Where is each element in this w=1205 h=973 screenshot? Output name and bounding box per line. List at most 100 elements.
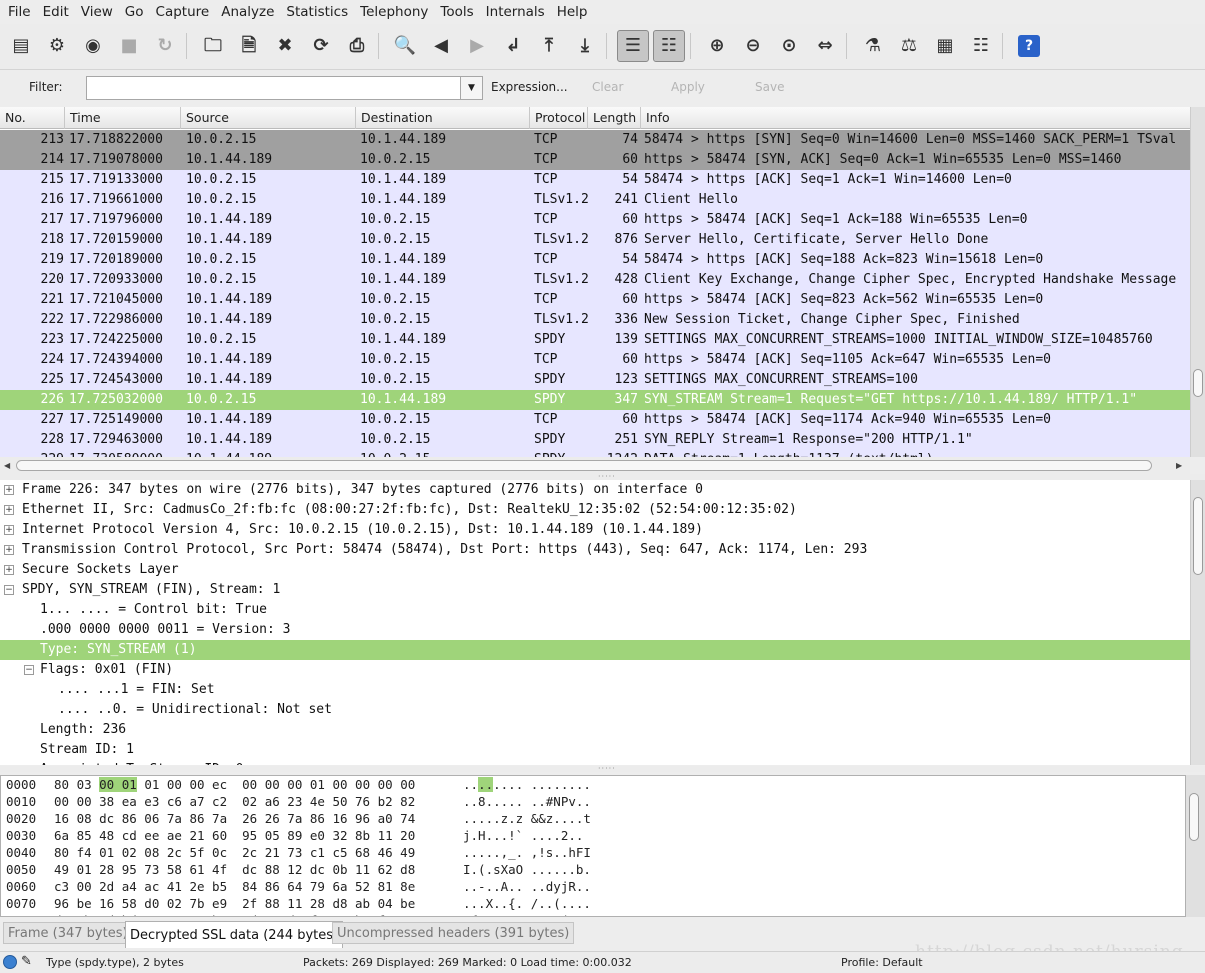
packet-list[interactable]: No. Time Source Destination Protocol Len…: [0, 107, 1190, 457]
packet-row[interactable]: 221 17.721045000 10.1.44.189 10.0.2.15 TCP 60…: [0, 290, 1190, 310]
pane-splitter[interactable]: ·····: [0, 765, 1205, 773]
menu-analyze[interactable]: Analyze: [215, 0, 280, 24]
column-header-no[interactable]: No.: [0, 107, 65, 129]
packet-row[interactable]: 222 17.722986000 10.1.44.189 10.0.2.15 TLSv1…: [0, 310, 1190, 330]
auto-scroll-button[interactable]: ☷: [653, 30, 685, 62]
print-button[interactable]: ⎙: [341, 30, 373, 62]
packet-row[interactable]: 229 17.730580000 10.1.44.189 10.0.2.15 SPDY 1…: [0, 450, 1190, 457]
detail-row[interactable]: Type: SYN_STREAM (1): [0, 640, 1190, 660]
save-button[interactable]: Save: [755, 80, 784, 94]
expand-icon[interactable]: +: [4, 565, 14, 575]
zoom-out-button[interactable]: ⊖: [737, 30, 769, 62]
coloring-rules-button[interactable]: ▦: [929, 30, 961, 62]
menu-go[interactable]: Go: [119, 0, 150, 24]
packet-row[interactable]: 219 17.720189000 10.0.2.15 10.1.44.189 TCP 54…: [0, 250, 1190, 270]
collapse-icon[interactable]: −: [24, 665, 34, 675]
detail-row[interactable]: Associated-To-Stream ID: 0: [0, 760, 1190, 765]
edit-comment-icon[interactable]: ✎: [21, 954, 32, 969]
menu-internals[interactable]: Internals: [480, 0, 551, 24]
column-header-protocol[interactable]: Protocol: [530, 107, 588, 129]
status-profile[interactable]: Profile: Default: [841, 956, 923, 969]
column-header-source[interactable]: Source: [181, 107, 356, 129]
normal-size-button[interactable]: ⊙: [773, 30, 805, 62]
go-first-button[interactable]: ⤒: [533, 30, 565, 62]
expression-button[interactable]: Expression...: [491, 80, 568, 94]
expand-icon[interactable]: +: [4, 505, 14, 515]
column-header-length[interactable]: Length: [588, 107, 641, 129]
menu-statistics[interactable]: Statistics: [280, 0, 354, 24]
close-file-button[interactable]: ✖: [269, 30, 301, 62]
packet-details-scrollbar[interactable]: [1190, 480, 1205, 765]
detail-row[interactable]: .... ..0. = Unidirectional: Not set: [0, 700, 1190, 720]
save-file-button[interactable]: 🗎: [233, 30, 265, 62]
start-capture-button[interactable]: ◉: [77, 30, 109, 62]
menu-capture[interactable]: Capture: [150, 0, 216, 24]
stop-capture-button[interactable]: ■: [113, 30, 145, 62]
scrollbar-thumb[interactable]: [1193, 369, 1203, 397]
packet-row[interactable]: 228 17.729463000 10.1.44.189 10.0.2.15 SPDY 2…: [0, 430, 1190, 450]
scrollbar-thumb[interactable]: [1189, 793, 1199, 841]
detail-row[interactable]: + Transmission Control Protocol, Src Port…: [0, 540, 1190, 560]
column-header-time[interactable]: Time: [65, 107, 181, 129]
go-forward-button[interactable]: ▶: [461, 30, 493, 62]
apply-button[interactable]: Apply: [671, 80, 705, 94]
detail-row[interactable]: + Internet Protocol Version 4, Src: 10.0.…: [0, 520, 1190, 540]
detail-row[interactable]: + Secure Sockets Layer: [0, 560, 1190, 580]
open-file-button[interactable]: 🗀: [197, 30, 229, 62]
resize-columns-button[interactable]: ⇔: [809, 30, 841, 62]
packet-bytes-scrollbar[interactable]: [1186, 775, 1205, 917]
detail-row[interactable]: + Ethernet II, Src: CadmusCo_2f:fb:fc (08…: [0, 500, 1190, 520]
tab-decrypted-ssl-data[interactable]: Decrypted SSL data (244 bytes): [125, 921, 344, 948]
column-header-info[interactable]: Info: [641, 107, 1190, 129]
scrollbar-thumb[interactable]: [1193, 497, 1203, 575]
go-to-packet-button[interactable]: ↲: [497, 30, 529, 62]
capture-options-button[interactable]: ⚙: [41, 30, 73, 62]
reload-button[interactable]: ⟳: [305, 30, 337, 62]
packet-bytes-pane[interactable]: 0000 80 03 00 01 01 00 00 ec 00 00 00 01 …: [0, 775, 1186, 917]
column-header-destination[interactable]: Destination: [356, 107, 530, 129]
menu-tools[interactable]: Tools: [434, 0, 479, 24]
menu-view[interactable]: View: [75, 0, 119, 24]
detail-row[interactable]: Length: 236: [0, 720, 1190, 740]
detail-row[interactable]: Stream ID: 1: [0, 740, 1190, 760]
detail-row[interactable]: .000 0000 0000 0011 = Version: 3: [0, 620, 1190, 640]
detail-row[interactable]: .... ...1 = FIN: Set: [0, 680, 1190, 700]
detail-row[interactable]: 1... .... = Control bit: True: [0, 600, 1190, 620]
capture-filters-button[interactable]: ⚗: [857, 30, 889, 62]
tab-frame-bytes[interactable]: Frame (347 bytes): [3, 922, 133, 944]
packet-row[interactable]: 214 17.719078000 10.1.44.189 10.0.2.15 TCP 60…: [0, 150, 1190, 170]
interfaces-button[interactable]: ▤: [5, 30, 37, 62]
preferences-button[interactable]: ☷: [965, 30, 997, 62]
detail-row[interactable]: − Flags: 0x01 (FIN): [0, 660, 1190, 680]
menu-file[interactable]: File: [2, 0, 37, 24]
packet-row[interactable]: 227 17.725149000 10.1.44.189 10.0.2.15 TCP 60…: [0, 410, 1190, 430]
clear-button[interactable]: Clear: [592, 80, 623, 94]
packet-row[interactable]: 216 17.719661000 10.0.2.15 10.1.44.189 TLSv1…: [0, 190, 1190, 210]
packet-details-tree[interactable]: + Frame 226: 347 bytes on wire (2776 bits…: [0, 480, 1190, 765]
detail-row[interactable]: + Frame 226: 347 bytes on wire (2776 bits…: [0, 480, 1190, 500]
display-filters-button[interactable]: ⚖: [893, 30, 925, 62]
zoom-in-button[interactable]: ⊕: [701, 30, 733, 62]
packet-list-scrollbar[interactable]: [1190, 107, 1205, 457]
find-packet-button[interactable]: 🔍: [389, 30, 421, 62]
scroll-right-icon[interactable]: ▶: [1176, 461, 1182, 470]
packet-row[interactable]: 223 17.724225000 10.0.2.15 10.1.44.189 SPDY 1…: [0, 330, 1190, 350]
filter-history-dropdown[interactable]: ▼: [460, 76, 483, 100]
expert-info-icon[interactable]: [3, 955, 17, 969]
detail-row[interactable]: − SPDY, SYN_STREAM (FIN), Stream: 1: [0, 580, 1190, 600]
packet-row[interactable]: 220 17.720933000 10.0.2.15 10.1.44.189 TLSv1…: [0, 270, 1190, 290]
help-button[interactable]: ?: [1013, 30, 1045, 62]
packet-row[interactable]: 226 17.725032000 10.0.2.15 10.1.44.189 SPDY 3…: [0, 390, 1190, 410]
packet-row[interactable]: 225 17.724543000 10.1.44.189 10.0.2.15 SPDY 1…: [0, 370, 1190, 390]
menu-telephony[interactable]: Telephony: [354, 0, 434, 24]
expand-icon[interactable]: +: [4, 545, 14, 555]
colorize-button[interactable]: ☰: [617, 30, 649, 62]
expand-icon[interactable]: +: [4, 525, 14, 535]
restart-capture-button[interactable]: ↻: [149, 30, 181, 62]
scrollbar-thumb[interactable]: [16, 460, 1152, 471]
packet-row[interactable]: 213 17.718822000 10.0.2.15 10.1.44.189 TCP 74…: [0, 130, 1190, 150]
packet-row[interactable]: 224 17.724394000 10.1.44.189 10.0.2.15 TCP 60…: [0, 350, 1190, 370]
collapse-icon[interactable]: −: [4, 585, 14, 595]
menu-help[interactable]: Help: [551, 0, 594, 24]
packet-row[interactable]: 215 17.719133000 10.0.2.15 10.1.44.189 TCP 54…: [0, 170, 1190, 190]
